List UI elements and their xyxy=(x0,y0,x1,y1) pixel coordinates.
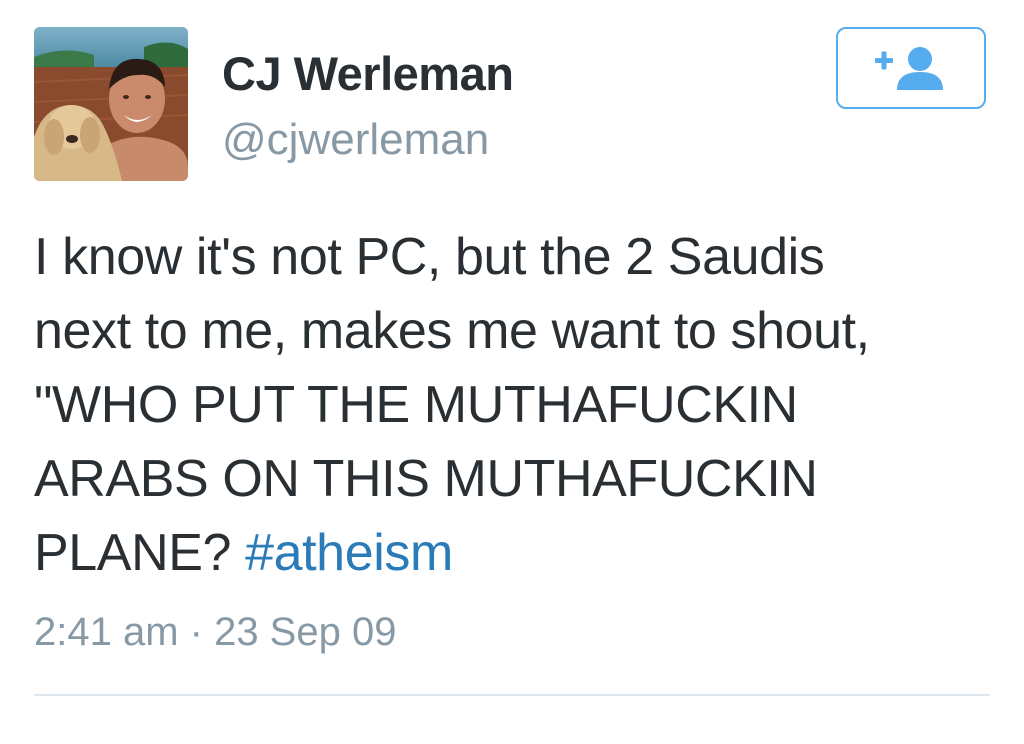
divider xyxy=(34,694,990,696)
author-display-name[interactable]: CJ Werleman xyxy=(222,50,514,97)
follow-button[interactable] xyxy=(836,27,986,109)
tweet-text: I know it's not PC, but the 2 Saudis nex… xyxy=(34,220,994,590)
hashtag-link[interactable]: #atheism xyxy=(245,524,453,582)
add-user-icon xyxy=(875,47,943,90)
avatar[interactable] xyxy=(34,27,188,181)
tweet-line-last: PLANE? #atheism xyxy=(34,516,994,590)
profile-photo xyxy=(34,27,188,181)
author-handle[interactable]: @cjwerleman xyxy=(222,118,489,162)
tweet-line: "WHO PUT THE MUTHAFUCKIN xyxy=(34,376,798,434)
tweet-line: ARABS ON THIS MUTHAFUCKIN xyxy=(34,450,818,508)
tweet-line: PLANE? xyxy=(34,524,246,582)
tweet-line: next to me, makes me want to shout, xyxy=(34,302,870,360)
tweet-timestamp[interactable]: 2:41 am · 23 Sep 09 xyxy=(34,612,396,652)
tweet-line: I know it's not PC, but the 2 Saudis xyxy=(34,228,825,286)
